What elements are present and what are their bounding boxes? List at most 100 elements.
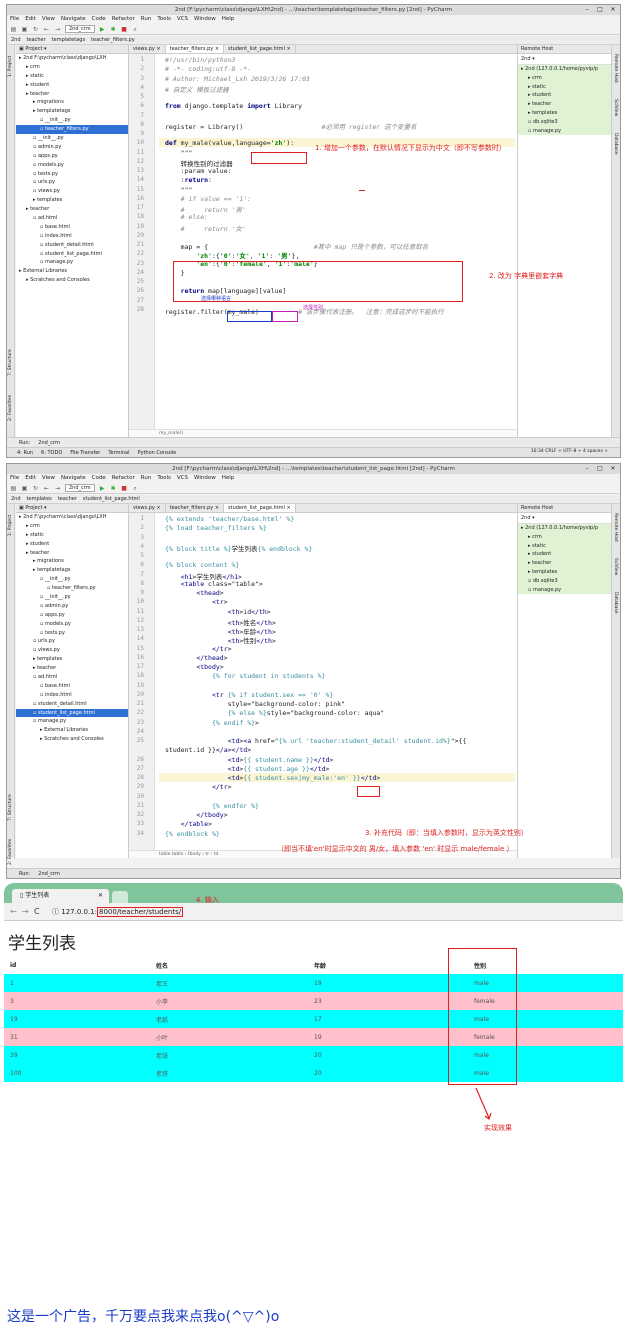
tree-item[interactable]: ▫ ad.html — [16, 673, 128, 682]
open-icon[interactable]: ▤ — [10, 485, 17, 492]
code-line[interactable]: def my_male(value,language='zh'): — [165, 139, 294, 147]
tree-item[interactable]: ▫ manage.py — [16, 717, 128, 726]
bottom-tab-0[interactable]: 4: Run — [17, 448, 33, 457]
stop-icon[interactable]: ■ — [121, 485, 128, 492]
code-line[interactable]: </tr> — [165, 645, 232, 653]
breadcrumb-item-3[interactable]: student_list_page.html — [83, 495, 140, 503]
debug-icon[interactable]: ✱ — [110, 485, 117, 492]
code-line[interactable]: </table> — [165, 820, 212, 828]
breadcrumb-item-3[interactable]: teacher_filters.py — [91, 36, 135, 44]
remote-tree-item[interactable]: ▸ teacher — [518, 100, 613, 109]
code-line[interactable]: :return: — [165, 176, 212, 184]
tree-item[interactable]: ▫ base.html — [16, 223, 128, 232]
code-editor[interactable]: views.py × teacher_filters.py × student_li… — [129, 45, 517, 437]
code-line[interactable]: #!/usr/bin/python3 — [165, 56, 235, 64]
tree-item[interactable]: ▫ index.html — [16, 232, 128, 241]
tree-item[interactable]: ▫ student_detail.html — [16, 241, 128, 250]
tree-item[interactable]: ▫ teacher_filters.py — [16, 125, 128, 135]
menu-item-8[interactable]: VCS — [177, 474, 188, 483]
tree-item[interactable]: ▸ Scratches and Consoles — [16, 276, 128, 285]
code-line[interactable]: </tr> — [165, 783, 232, 791]
tool-remote-host[interactable]: Remote Host — [611, 510, 620, 546]
code-line[interactable]: <tbody> — [165, 663, 223, 671]
tree-item[interactable]: ▸ teacher — [16, 90, 128, 99]
forward-icon[interactable]: → — [54, 26, 61, 33]
cell-id[interactable]: 31 — [4, 1028, 150, 1046]
tree-item[interactable]: ▫ tests.py — [16, 629, 128, 638]
code-line[interactable]: </tbody> — [165, 811, 227, 819]
tree-item[interactable]: ▸ migrations — [16, 557, 128, 566]
stop-icon[interactable]: ■ — [121, 26, 128, 33]
remote-tree-item[interactable]: ▸ student — [518, 91, 613, 101]
tree-item[interactable]: ▸ migrations — [16, 98, 128, 107]
breadcrumb-item-1[interactable]: teacher — [27, 36, 46, 44]
remote-tree-item[interactable]: ▸ templates — [518, 567, 613, 577]
tree-item[interactable]: ▸ static — [16, 72, 128, 81]
forward-icon[interactable]: → — [54, 485, 61, 492]
remote-tree-item[interactable]: ▸ crm — [518, 532, 613, 542]
code-line[interactable]: """ — [165, 149, 193, 157]
tree-item[interactable]: ▫ apps.py — [16, 611, 128, 620]
minimize-icon[interactable]: – — [582, 6, 592, 13]
tree-item[interactable]: ▸ crm — [16, 522, 128, 531]
tool-remote-host[interactable]: Remote Host — [611, 51, 620, 87]
browser-tab[interactable]: ▯ 学生列表 ✕ — [12, 889, 109, 903]
remote-tree-item[interactable]: ▸ templates — [518, 108, 613, 118]
tree-item[interactable]: ▸ templates — [16, 196, 128, 205]
tree-item[interactable]: ▫ urls.py — [16, 178, 128, 187]
close-icon[interactable]: ✕ — [608, 6, 618, 13]
cell-id[interactable]: 39 — [4, 1046, 150, 1064]
remote-tree-item[interactable]: ▸ crm — [518, 73, 613, 83]
tool-favorites[interactable]: 2: Favorites — [7, 390, 15, 426]
sync-icon[interactable]: ↻ — [32, 485, 39, 492]
tool-project[interactable]: 1: Project — [7, 51, 15, 81]
editor-tab-0[interactable]: views.py × — [129, 504, 166, 512]
code-line[interactable]: # return '女' — [165, 223, 246, 233]
breadcrumb-item-2[interactable]: templatetags — [52, 36, 85, 44]
menu-item-7[interactable]: Tools — [157, 474, 171, 483]
code-line[interactable]: {% endblock %} — [165, 830, 220, 838]
minimize-icon[interactable]: – — [582, 465, 592, 472]
tree-item[interactable]: ▫ student_list_page.html — [16, 250, 128, 259]
code-line[interactable]: <tr {% if student.sex == '0' %} — [165, 691, 333, 699]
tree-item[interactable]: ▫ index.html — [16, 691, 128, 700]
tool-database[interactable]: Database — [611, 129, 620, 159]
tree-item[interactable]: ▫ admin.py — [16, 143, 128, 152]
run-config-select[interactable]: 2nd_crm — [65, 25, 95, 33]
breadcrumb-item-1[interactable]: templates — [27, 495, 52, 503]
menu-item-3[interactable]: Navigate — [61, 15, 86, 24]
tree-item[interactable]: ▫ __init__.py — [16, 575, 128, 584]
remote-tree-item[interactable]: ▫ db.sqlite3 — [518, 576, 613, 586]
maximize-icon[interactable]: □ — [595, 6, 605, 13]
cell-id[interactable]: 100 — [4, 1064, 150, 1082]
remote-server-select[interactable]: 2nd ▾ — [518, 54, 613, 65]
debug-icon[interactable]: ✱ — [110, 26, 117, 33]
code-line[interactable]: <td><a href="{% url 'teacher:student_det… — [165, 737, 467, 745]
tree-item[interactable]: ▸ crm — [16, 63, 128, 72]
menu-item-6[interactable]: Run — [141, 474, 152, 483]
tree-item[interactable]: ▸ External Libraries — [16, 267, 128, 276]
tree-item[interactable]: ▫ apps.py — [16, 152, 128, 161]
code-line[interactable]: <tr> — [165, 598, 228, 606]
remote-tree-item[interactable]: ▸ static — [518, 82, 613, 92]
menu-item-1[interactable]: Edit — [25, 15, 36, 24]
tree-item[interactable]: ▸ 2nd F:\pycharm\class\django\LXH — [16, 54, 128, 63]
menu-item-2[interactable]: View — [42, 15, 55, 24]
menu-item-8[interactable]: VCS — [177, 15, 188, 24]
code-line[interactable]: <th>id</th> — [165, 608, 271, 616]
editor-tab-1[interactable]: teacher_filters.py × — [166, 504, 225, 512]
back-icon[interactable]: ← — [43, 26, 50, 33]
code-line[interactable]: # 自定义 模板过滤器 — [165, 84, 229, 94]
tree-item[interactable]: ▫ models.py — [16, 620, 128, 629]
tree-item[interactable]: ▸ student — [16, 540, 128, 549]
remote-server-select[interactable]: 2nd ▾ — [518, 513, 613, 524]
reload-icon[interactable]: C — [34, 906, 40, 918]
tree-item[interactable]: ▫ tests.py — [16, 170, 128, 179]
code-line[interactable]: # Author: Michael_Lxh 2019/3/26 17:03 — [165, 75, 310, 83]
menu-item-6[interactable]: Run — [141, 15, 152, 24]
tree-item[interactable]: ▫ student_detail.html — [16, 700, 128, 709]
code-line[interactable]: {% load teacher_filters %} — [165, 524, 267, 532]
tree-item[interactable]: ▸ 2nd F:\pycharm\class\django\LXH — [16, 513, 128, 522]
code-line[interactable]: </thead> — [165, 654, 227, 662]
forward-icon[interactable]: → — [22, 906, 29, 918]
